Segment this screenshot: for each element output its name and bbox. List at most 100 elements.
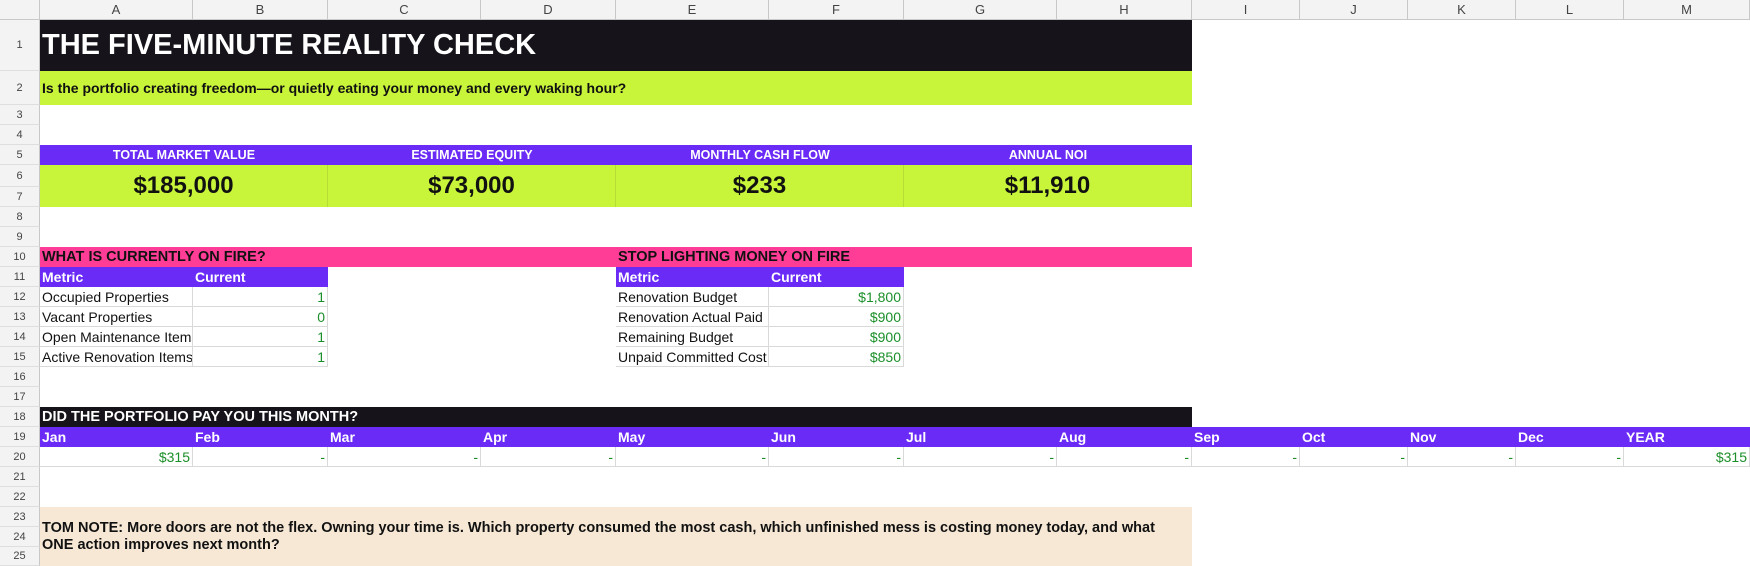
row-header-4[interactable]: 4 bbox=[0, 125, 40, 145]
column-header-l[interactable]: L bbox=[1516, 0, 1624, 20]
row-header-25[interactable]: 25 bbox=[0, 547, 40, 566]
month-value-jun[interactable]: - bbox=[769, 447, 904, 467]
on-fire-section-title: WHAT IS CURRENTLY ON FIRE? bbox=[40, 247, 616, 267]
month-header-feb: Feb bbox=[193, 427, 328, 447]
money-fire-section-title: STOP LIGHTING MONEY ON FIRE bbox=[616, 247, 1192, 267]
month-value-aug[interactable]: - bbox=[1057, 447, 1192, 467]
month-value-dec[interactable]: - bbox=[1516, 447, 1624, 467]
kpi-value[interactable]: $73,000 bbox=[328, 165, 616, 207]
month-header-jul: Jul bbox=[904, 427, 1057, 447]
month-value-may[interactable]: - bbox=[616, 447, 769, 467]
row-header-14[interactable]: 14 bbox=[0, 327, 40, 347]
column-header-k[interactable]: K bbox=[1408, 0, 1516, 20]
money-fire-metric-cell[interactable]: Renovation Budget bbox=[616, 287, 769, 307]
kpi-value[interactable]: $11,910 bbox=[904, 165, 1192, 207]
money-fire-value-cell[interactable]: $900 bbox=[769, 307, 904, 327]
row-header-5[interactable]: 5 bbox=[0, 145, 40, 165]
on-fire-metric-cell[interactable]: Vacant Properties bbox=[40, 307, 193, 327]
month-header-oct: Oct bbox=[1300, 427, 1408, 447]
column-header-j[interactable]: J bbox=[1300, 0, 1408, 20]
page-subtitle: Is the portfolio creating freedom—or qui… bbox=[40, 71, 1192, 105]
page-title: THE FIVE-MINUTE REALITY CHECK bbox=[40, 20, 1192, 71]
month-header-dec: Dec bbox=[1516, 427, 1624, 447]
row-header-24[interactable]: 24 bbox=[0, 527, 40, 547]
row-header-13[interactable]: 13 bbox=[0, 307, 40, 327]
row-header-17[interactable]: 17 bbox=[0, 387, 40, 407]
column-header-b[interactable]: B bbox=[193, 0, 328, 20]
column-header-m[interactable]: M bbox=[1624, 0, 1750, 20]
on-fire-value-cell[interactable]: 1 bbox=[193, 327, 328, 347]
row-header-9[interactable]: 9 bbox=[0, 227, 40, 247]
month-value-feb[interactable]: - bbox=[193, 447, 328, 467]
month-value-apr[interactable]: - bbox=[481, 447, 616, 467]
row-header-12[interactable]: 12 bbox=[0, 287, 40, 307]
row-header-2[interactable]: 2 bbox=[0, 71, 40, 105]
kpi-label: ANNUAL NOI bbox=[904, 145, 1192, 165]
money-fire-header-metric: Metric bbox=[616, 267, 769, 287]
month-value-mar[interactable]: - bbox=[328, 447, 481, 467]
on-fire-value-cell[interactable]: 1 bbox=[193, 287, 328, 307]
column-header-g[interactable]: G bbox=[904, 0, 1057, 20]
row-header-15[interactable]: 15 bbox=[0, 347, 40, 367]
month-header-may: May bbox=[616, 427, 769, 447]
column-header-c[interactable]: C bbox=[328, 0, 481, 20]
money-fire-value-cell[interactable]: $900 bbox=[769, 327, 904, 347]
month-header-apr: Apr bbox=[481, 427, 616, 447]
column-header-h[interactable]: H bbox=[1057, 0, 1192, 20]
month-value-jan[interactable]: $315 bbox=[40, 447, 193, 467]
money-fire-metric-cell[interactable]: Unpaid Committed Cost bbox=[616, 347, 769, 367]
month-header-jun: Jun bbox=[769, 427, 904, 447]
row-header-7[interactable]: 7 bbox=[0, 187, 40, 207]
column-header-d[interactable]: D bbox=[481, 0, 616, 20]
month-header-nov: Nov bbox=[1408, 427, 1516, 447]
month-value-sep[interactable]: - bbox=[1192, 447, 1300, 467]
column-header-i[interactable]: I bbox=[1192, 0, 1300, 20]
month-value-jul[interactable]: - bbox=[904, 447, 1057, 467]
spreadsheet-grid: A B C D E F G H I J K L M 1 2 3 4 5 6 7 8 9 10 11 12 13 14 15 16 17 18… bbox=[0, 0, 1750, 566]
row-header-8[interactable]: 8 bbox=[0, 207, 40, 227]
month-value-year[interactable]: $315 bbox=[1624, 447, 1750, 467]
month-header-aug: Aug bbox=[1057, 427, 1192, 447]
row-header-16[interactable]: 16 bbox=[0, 367, 40, 387]
row-header-3[interactable]: 3 bbox=[0, 105, 40, 125]
month-value-nov[interactable]: - bbox=[1408, 447, 1516, 467]
select-all-corner[interactable] bbox=[0, 0, 40, 20]
month-header-mar: Mar bbox=[328, 427, 481, 447]
row-header-22[interactable]: 22 bbox=[0, 487, 40, 507]
row-header-1[interactable]: 1 bbox=[0, 20, 40, 71]
on-fire-metric-cell[interactable]: Occupied Properties bbox=[40, 287, 193, 307]
row-header-18[interactable]: 18 bbox=[0, 407, 40, 427]
row-header-6[interactable]: 6 bbox=[0, 165, 40, 187]
on-fire-header-metric: Metric bbox=[40, 267, 193, 287]
money-fire-value-cell[interactable]: $1,800 bbox=[769, 287, 904, 307]
money-fire-metric-cell[interactable]: Remaining Budget bbox=[616, 327, 769, 347]
row-header-23[interactable]: 23 bbox=[0, 507, 40, 527]
on-fire-value-cell[interactable]: 1 bbox=[193, 347, 328, 367]
column-header-a[interactable]: A bbox=[40, 0, 193, 20]
month-header-year: YEAR bbox=[1624, 427, 1750, 447]
row-header-21[interactable]: 21 bbox=[0, 467, 40, 487]
tom-note: TOM NOTE: More doors are not the flex. O… bbox=[40, 507, 1192, 566]
kpi-value[interactable]: $233 bbox=[616, 165, 904, 207]
on-fire-value-cell[interactable]: 0 bbox=[193, 307, 328, 327]
column-header-e[interactable]: E bbox=[616, 0, 769, 20]
row-header-10[interactable]: 10 bbox=[0, 247, 40, 267]
month-value-oct[interactable]: - bbox=[1300, 447, 1408, 467]
money-fire-metric-cell[interactable]: Renovation Actual Paid bbox=[616, 307, 769, 327]
monthly-section-title: DID THE PORTFOLIO PAY YOU THIS MONTH? bbox=[40, 407, 1192, 427]
row-header-19[interactable]: 19 bbox=[0, 427, 40, 447]
kpi-value[interactable]: $185,000 bbox=[40, 165, 328, 207]
kpi-label: ESTIMATED EQUITY bbox=[328, 145, 616, 165]
on-fire-metric-cell[interactable]: Open Maintenance Items bbox=[40, 327, 193, 347]
row-header-20[interactable]: 20 bbox=[0, 447, 40, 467]
on-fire-header-current: Current bbox=[193, 267, 328, 287]
row-header-11[interactable]: 11 bbox=[0, 267, 40, 287]
column-header-f[interactable]: F bbox=[769, 0, 904, 20]
kpi-label: MONTHLY CASH FLOW bbox=[616, 145, 904, 165]
kpi-label: TOTAL MARKET VALUE bbox=[40, 145, 328, 165]
month-header-jan: Jan bbox=[40, 427, 193, 447]
money-fire-value-cell[interactable]: $850 bbox=[769, 347, 904, 367]
month-header-sep: Sep bbox=[1192, 427, 1300, 447]
on-fire-metric-cell[interactable]: Active Renovation Items bbox=[40, 347, 193, 367]
money-fire-header-current: Current bbox=[769, 267, 904, 287]
